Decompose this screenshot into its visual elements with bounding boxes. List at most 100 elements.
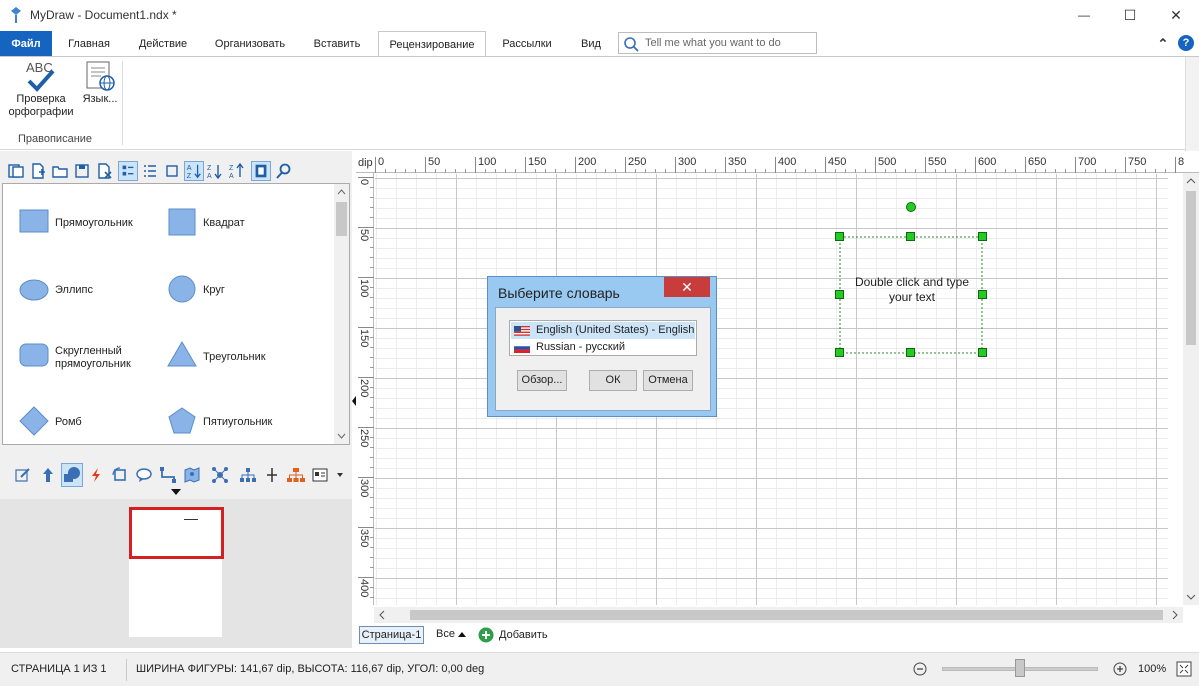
sort-numeric-icon[interactable]: ZA: [229, 163, 245, 179]
rotate-frame-icon[interactable]: [112, 467, 128, 483]
tab-action[interactable]: Действие: [130, 31, 196, 57]
ruler-tick: [358, 277, 374, 278]
tell-me-search[interactable]: Tell me what you want to do: [618, 32, 817, 54]
page-tab[interactable]: Страница-1: [359, 626, 424, 644]
list-item[interactable]: Russian - русский: [511, 339, 695, 356]
language-button[interactable]: Язык...: [80, 59, 120, 125]
scroll-thumb[interactable]: [410, 610, 1163, 620]
tab-review[interactable]: Рецензирование: [378, 31, 486, 57]
ribbon-scrollbar[interactable]: [1185, 57, 1199, 151]
cancel-button[interactable]: Отмена: [643, 370, 693, 391]
resize-handle[interactable]: [978, 348, 987, 357]
ruler-minor-tick: [985, 169, 986, 173]
resize-handle[interactable]: [835, 348, 844, 357]
browse-button[interactable]: Обзор...: [517, 370, 567, 391]
russia-flag-icon: [514, 343, 530, 353]
new-document-icon[interactable]: [30, 163, 46, 179]
help-button[interactable]: ?: [1178, 35, 1194, 51]
pointer-arrow-icon[interactable]: [40, 467, 56, 483]
hierarchy-icon[interactable]: [239, 467, 257, 483]
zoom-out-icon[interactable]: [913, 662, 927, 676]
callout-icon[interactable]: [136, 467, 152, 483]
list-item[interactable]: Ромб: [19, 406, 169, 444]
tab-insert[interactable]: Вставить: [303, 31, 371, 57]
list-item[interactable]: English (United States) - English: [511, 322, 695, 339]
list-item[interactable]: Скругленный прямоугольник: [19, 342, 169, 382]
shapes-scrollbar[interactable]: [334, 184, 349, 444]
shape-tool-button[interactable]: [61, 463, 83, 487]
status-divider: [126, 659, 127, 681]
book-icon[interactable]: [251, 161, 271, 181]
minimize-button[interactable]: —: [1061, 0, 1107, 30]
language-label: English (United States) - English: [536, 324, 695, 336]
navigator-viewport[interactable]: [129, 507, 224, 559]
vertical-scrollbar[interactable]: [1183, 173, 1199, 605]
ruler-minor-tick: [1165, 169, 1166, 173]
tool-dropdown-icon[interactable]: [171, 489, 181, 495]
rotation-handle[interactable]: [906, 202, 916, 212]
zoom-slider-thumb[interactable]: [1015, 659, 1025, 677]
ruler-minor-tick: [370, 457, 374, 458]
large-icons-view-icon[interactable]: [118, 161, 138, 181]
ruler-minor-tick: [745, 169, 746, 173]
lightning-icon[interactable]: [88, 467, 104, 483]
ruler-tick: [1175, 157, 1176, 173]
connector-icon[interactable]: [160, 467, 176, 483]
resize-handle[interactable]: [906, 232, 915, 241]
small-view-icon[interactable]: [164, 163, 180, 179]
ruler-tick: [475, 157, 476, 173]
zoom-in-icon[interactable]: [1113, 662, 1127, 676]
ok-button[interactable]: ОК: [589, 370, 637, 391]
maximize-button[interactable]: ☐: [1107, 0, 1153, 30]
ruler-tick-label: 500: [878, 156, 897, 168]
more-tools-icon[interactable]: [336, 471, 344, 479]
shape-label: Квадрат: [203, 217, 245, 229]
list-item[interactable]: Прямоугольник: [19, 208, 169, 248]
card-icon[interactable]: [312, 467, 328, 483]
open-folder-icon[interactable]: [52, 163, 68, 179]
ruler-tick: [575, 157, 576, 173]
save-icon[interactable]: [74, 163, 90, 179]
tab-view[interactable]: Вид: [574, 31, 608, 57]
ruler-tick-label: 650: [1028, 156, 1047, 168]
tab-home[interactable]: Главная: [58, 31, 120, 57]
resize-handle[interactable]: [835, 232, 844, 241]
dialog-close-button[interactable]: ✕: [664, 277, 710, 297]
ruler-minor-tick: [385, 169, 386, 173]
svg-text:ABC: ABC: [26, 60, 53, 75]
list-view-icon[interactable]: [142, 163, 158, 179]
scroll-thumb[interactable]: [1186, 191, 1196, 345]
sort-za-icon[interactable]: ZA: [207, 163, 223, 179]
scroll-thumb[interactable]: [336, 202, 347, 236]
tab-arrange[interactable]: Организовать: [205, 31, 295, 57]
tab-mailings[interactable]: Рассылки: [494, 31, 560, 57]
title-bar: MyDraw - Document1.ndx * — ☐ ✕: [0, 0, 1199, 30]
ruler-tick-label: 0: [358, 179, 370, 186]
edit-icon[interactable]: [15, 467, 31, 483]
spell-check-button[interactable]: ABC Проверка орфографии: [6, 59, 76, 125]
resize-handle[interactable]: [978, 232, 987, 241]
close-document-icon[interactable]: [96, 163, 112, 179]
map-pin-icon[interactable]: [184, 467, 200, 483]
rounded-rectangle-icon: [19, 343, 49, 367]
list-item[interactable]: Эллипс: [19, 278, 169, 318]
horizontal-scrollbar[interactable]: [374, 607, 1183, 623]
list-item[interactable]: Пятиугольник: [167, 406, 317, 444]
fit-page-icon[interactable]: [1176, 661, 1192, 677]
sort-az-icon[interactable]: AZ: [184, 161, 204, 181]
library-icon[interactable]: [8, 163, 24, 179]
network-icon[interactable]: [211, 466, 229, 484]
svg-text:A: A: [207, 173, 212, 179]
collapse-ribbon-button[interactable]: ⌃: [1150, 32, 1176, 56]
list-item[interactable]: Круг: [167, 274, 317, 314]
org-chart-icon[interactable]: [287, 467, 305, 483]
add-page-label: Добавить: [499, 629, 548, 641]
split-icon[interactable]: [265, 467, 279, 483]
list-item[interactable]: Треугольник: [167, 340, 317, 380]
all-pages-button[interactable]: Все: [436, 628, 467, 640]
list-item[interactable]: Квадрат: [167, 208, 317, 248]
search-shapes-icon[interactable]: [276, 163, 292, 179]
close-button[interactable]: ✕: [1153, 0, 1199, 30]
tab-file[interactable]: Файл: [0, 31, 52, 57]
resize-handle[interactable]: [906, 348, 915, 357]
